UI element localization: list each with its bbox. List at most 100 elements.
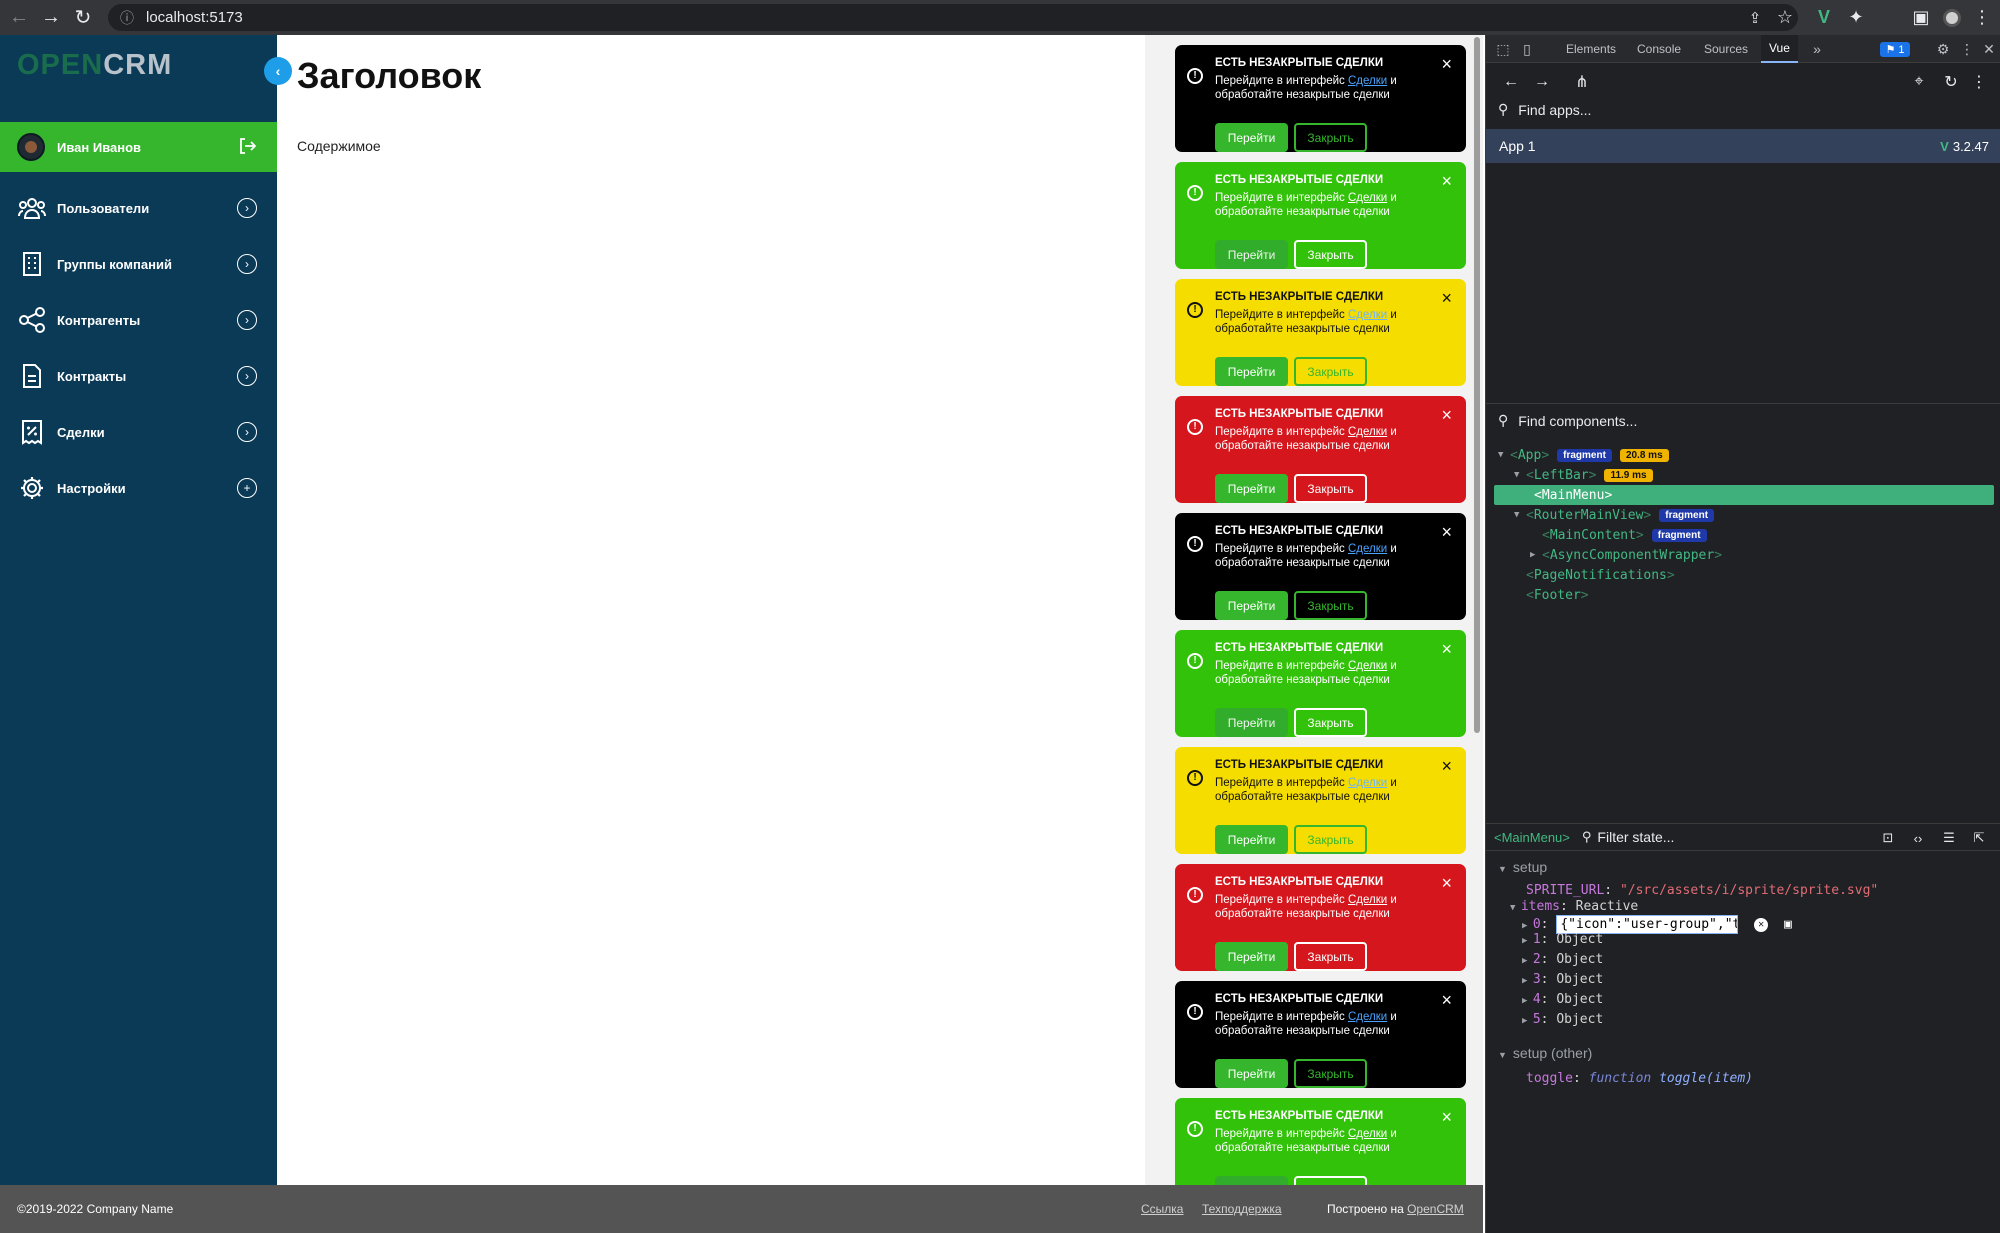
deals-link[interactable]: Сделки [1348,543,1387,555]
more-tabs-icon[interactable]: » [1806,35,1828,63]
app-row[interactable]: App 1 V 3.2.47 [1486,129,2000,163]
find-apps-input[interactable]: ⚲ Find apps... [1498,101,1591,118]
state-row-sprite-url[interactable]: SPRITE_URL: "/src/assets/i/sprite/sprite… [1526,883,1878,898]
chevron-right-icon[interactable]: › [237,310,257,330]
reload-icon[interactable]: ↻ [68,0,98,35]
menu-item-contracts[interactable]: Контракты › [0,348,277,404]
go-button[interactable]: Перейти [1215,1176,1288,1185]
tree-node-maincontent[interactable]: <MainContent> fragment [1542,525,1707,545]
state-row-item[interactable]: ▶ 1: Object [1522,932,1603,947]
close-button[interactable]: Закрыть [1294,240,1367,269]
side-panel-icon[interactable]: ▣ [1907,0,1935,35]
close-button[interactable]: Закрыть [1294,825,1367,854]
devtools-menu-icon[interactable]: ⋮ [1956,35,1978,63]
go-button[interactable]: Перейти [1215,123,1288,152]
close-button[interactable]: Закрыть [1294,708,1367,737]
opencrm-link[interactable]: OpenCRM [1407,1202,1464,1216]
deals-link[interactable]: Сделки [1348,777,1387,789]
state-row-item[interactable]: ▶ 2: Object [1522,952,1603,967]
user-row[interactable]: Иван Иванов [0,122,277,172]
browser-menu-icon[interactable]: ⋮ [1968,0,1996,35]
close-devtools-icon[interactable]: ✕ [1978,35,2000,63]
close-icon[interactable]: × [1441,289,1452,307]
footer-link[interactable]: Ссылка [1141,1202,1183,1216]
menu-item-deals[interactable]: Сделки › [0,404,277,460]
sidebar-collapse-button[interactable]: ‹ [264,57,292,85]
tree-node-routermainview[interactable]: ▼ <RouterMainView> fragment [1514,505,1715,525]
state-row-toggle[interactable]: toggle: function toggle(item) [1526,1071,1753,1086]
tree-node-asyncwrapper[interactable]: ▶ <AsyncComponentWrapper> [1530,545,1722,565]
address-bar[interactable]: ⓘ localhost:5173 [108,4,1798,31]
go-button[interactable]: Перейти [1215,591,1288,620]
close-icon[interactable]: × [1441,406,1452,424]
section-setup-other[interactable]: ▼ setup (other) [1498,1045,1592,1061]
save-icon[interactable]: ▣ [1784,917,1792,932]
deals-link[interactable]: Сделки [1348,426,1387,438]
tab-elements[interactable]: Elements [1566,35,1616,63]
arrow-left-icon[interactable]: ← [1498,69,1524,95]
close-icon[interactable]: × [1441,523,1452,541]
deals-link[interactable]: Сделки [1348,309,1387,321]
tab-console[interactable]: Console [1637,35,1681,63]
go-button[interactable]: Перейти [1215,240,1288,269]
go-button[interactable]: Перейти [1215,708,1288,737]
menu-item-settings[interactable]: Настройки + [0,460,277,516]
state-row-item[interactable]: ▶ 3: Object [1522,972,1603,987]
menu-item-users[interactable]: Пользователи › [0,180,277,236]
splitter[interactable] [1486,403,2000,404]
show-source-icon[interactable]: ‹› [1908,828,1928,848]
vue-menu-icon[interactable]: ⋮ [1966,69,1992,95]
scroll-to-component-icon[interactable]: ⊡ [1878,828,1898,848]
plus-icon[interactable]: + [237,478,257,498]
menu-item-counterparties[interactable]: Контрагенты › [0,292,277,348]
refresh-icon[interactable]: ↻ [1938,69,1964,95]
go-button[interactable]: Перейти [1215,825,1288,854]
deals-link[interactable]: Сделки [1348,75,1387,87]
chevron-right-icon[interactable]: › [237,254,257,274]
close-icon[interactable]: × [1441,640,1452,658]
deals-link[interactable]: Сделки [1348,1128,1387,1140]
vue-extension-icon[interactable]: V [1810,0,1838,35]
issues-badge[interactable]: ⚑ 1 [1878,35,1912,63]
go-button[interactable]: Перейти [1215,357,1288,386]
arrow-right-icon[interactable]: → [1529,69,1555,95]
tree-node-leftbar[interactable]: ▼ <LeftBar> 11.9 ms [1514,465,1653,485]
logout-icon[interactable] [237,136,257,156]
settings-gear-icon[interactable]: ⚙ [1932,35,1954,63]
deals-link[interactable]: Сделки [1348,894,1387,906]
footer-support-link[interactable]: Техподдержка [1202,1202,1282,1216]
close-icon[interactable]: × [1441,991,1452,1009]
cancel-edit-icon[interactable]: ✕ [1754,917,1769,932]
back-icon[interactable]: ← [4,0,34,35]
close-button[interactable]: Закрыть [1294,357,1367,386]
close-icon[interactable]: × [1441,1108,1452,1126]
close-button[interactable]: Закрыть [1294,591,1367,620]
close-icon[interactable]: × [1441,757,1452,775]
inspect-element-icon[interactable]: ⬚ [1492,35,1514,63]
close-icon[interactable]: × [1441,172,1452,190]
tree-node-pagenotifications[interactable]: <PageNotifications> [1526,565,1675,585]
device-toolbar-icon[interactable]: ▯ [1516,35,1538,63]
forward-icon[interactable]: → [36,0,66,35]
component-tree-icon[interactable]: ⋔ [1569,69,1595,95]
close-button[interactable]: Закрыть [1294,1059,1367,1088]
state-row-item[interactable]: ▶ 5: Object [1522,1012,1603,1027]
deals-link[interactable]: Сделки [1348,1011,1387,1023]
find-components-input[interactable]: ⚲ Find components... [1498,412,1637,429]
tab-vue[interactable]: Vue [1761,35,1798,63]
site-info-icon[interactable]: ⓘ [120,8,134,28]
bookmark-star-icon[interactable]: ☆ [1771,0,1799,35]
extensions-icon[interactable]: ✦ [1842,0,1870,35]
close-button[interactable]: Закрыть [1294,1176,1367,1185]
state-row-items[interactable]: ▼ items: Reactive [1510,899,1638,914]
section-setup[interactable]: ▼ setup [1498,859,1547,875]
go-button[interactable]: Перейти [1215,942,1288,971]
chevron-right-icon[interactable]: › [237,366,257,386]
go-button[interactable]: Перейти [1215,1059,1288,1088]
open-in-editor-icon[interactable]: ⇱ [1969,828,1989,848]
tab-sources[interactable]: Sources [1704,35,1748,63]
state-row-item[interactable]: ▶ 4: Object [1522,992,1603,1007]
close-button[interactable]: Закрыть [1294,123,1367,152]
tree-node-app[interactable]: ▼ <App> fragment 20.8 ms [1498,445,1669,465]
tree-node-footer[interactable]: <Footer> [1526,585,1589,605]
